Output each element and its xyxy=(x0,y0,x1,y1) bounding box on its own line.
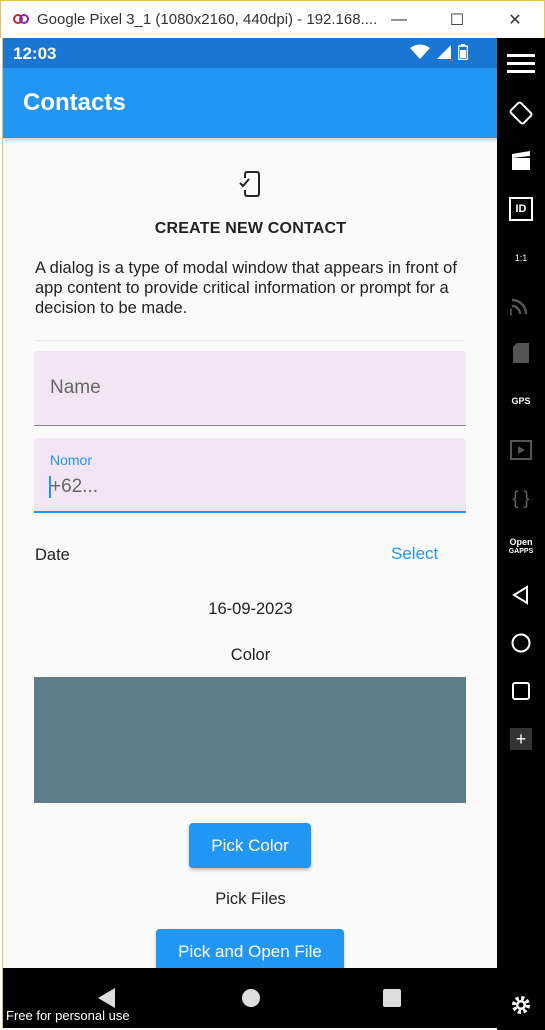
gps-icon[interactable]: GPS xyxy=(506,386,536,416)
emulator-sidepanel: ID 1:1 GPS { } Open GAPPS + xyxy=(497,38,545,1030)
cast-icon[interactable] xyxy=(506,290,536,320)
pick-files-label: Pick Files xyxy=(215,890,286,908)
back-icon[interactable] xyxy=(506,580,536,610)
phone-check-icon xyxy=(239,171,260,197)
home-icon[interactable] xyxy=(506,628,536,658)
add-icon[interactable]: + xyxy=(506,724,536,754)
pick-color-button[interactable]: Pick Color xyxy=(189,823,311,868)
id-icon[interactable]: ID xyxy=(506,194,536,224)
rotate-icon[interactable] xyxy=(506,98,536,128)
select-date-button[interactable]: Select xyxy=(391,544,438,564)
text-cursor xyxy=(49,476,51,498)
phone-screen: 12:03 Contacts CREATE NEW CONTACT A dial… xyxy=(2,38,497,1028)
name-field[interactable]: Name xyxy=(34,351,466,426)
recents-icon[interactable] xyxy=(378,984,406,1012)
date-label: Date xyxy=(35,546,70,564)
divider xyxy=(35,340,465,341)
settings-icon[interactable] xyxy=(506,990,536,1020)
color-swatch xyxy=(34,677,466,803)
overview-icon[interactable] xyxy=(506,676,536,706)
app-title: Contacts xyxy=(23,89,126,116)
menu-icon[interactable] xyxy=(506,49,536,79)
media-icon[interactable] xyxy=(506,435,536,465)
window-titlebar: Google Pixel 3_1 (1080x2160, 440dpi) - 1… xyxy=(0,0,545,38)
screen-record-icon[interactable] xyxy=(506,146,536,176)
dialog-description: A dialog is a type of modal window that … xyxy=(35,259,457,317)
color-label: Color xyxy=(230,646,271,664)
status-icons xyxy=(410,44,468,60)
code-icon[interactable]: { } xyxy=(506,483,536,513)
home-icon[interactable] xyxy=(237,984,265,1012)
window-title: Google Pixel 3_1 (1080x2160, 440dpi) - 1… xyxy=(37,11,378,28)
maximize-button[interactable]: ☐ xyxy=(435,7,479,33)
dialog-heading: CREATE NEW CONTACT xyxy=(154,220,347,237)
status-time: 12:03 xyxy=(13,44,57,63)
wifi-icon xyxy=(410,44,430,59)
close-window-button[interactable]: ✕ xyxy=(493,7,537,33)
nomor-label: Nomor xyxy=(50,452,93,468)
status-bar: 12:03 xyxy=(3,38,497,68)
name-placeholder: Name xyxy=(50,377,101,398)
nomor-field[interactable]: Nomor +62... xyxy=(34,438,466,513)
nomor-placeholder: +62... xyxy=(50,476,99,497)
create-contact-form: CREATE NEW CONTACT A dialog is a type of… xyxy=(3,138,497,974)
date-value: 16-09-2023 xyxy=(208,600,293,618)
app-bar: Contacts xyxy=(3,68,497,138)
sim-icon[interactable] xyxy=(506,338,536,368)
emulator-app-icon xyxy=(13,14,29,24)
minimize-button[interactable]: — xyxy=(377,7,421,33)
resize-icon[interactable]: 1:1 xyxy=(506,243,536,273)
battery-icon xyxy=(458,44,468,60)
signal-icon xyxy=(437,45,451,59)
watermark: Free for personal use xyxy=(6,1008,130,1023)
opengapps-icon[interactable]: Open GAPPS xyxy=(506,532,536,562)
